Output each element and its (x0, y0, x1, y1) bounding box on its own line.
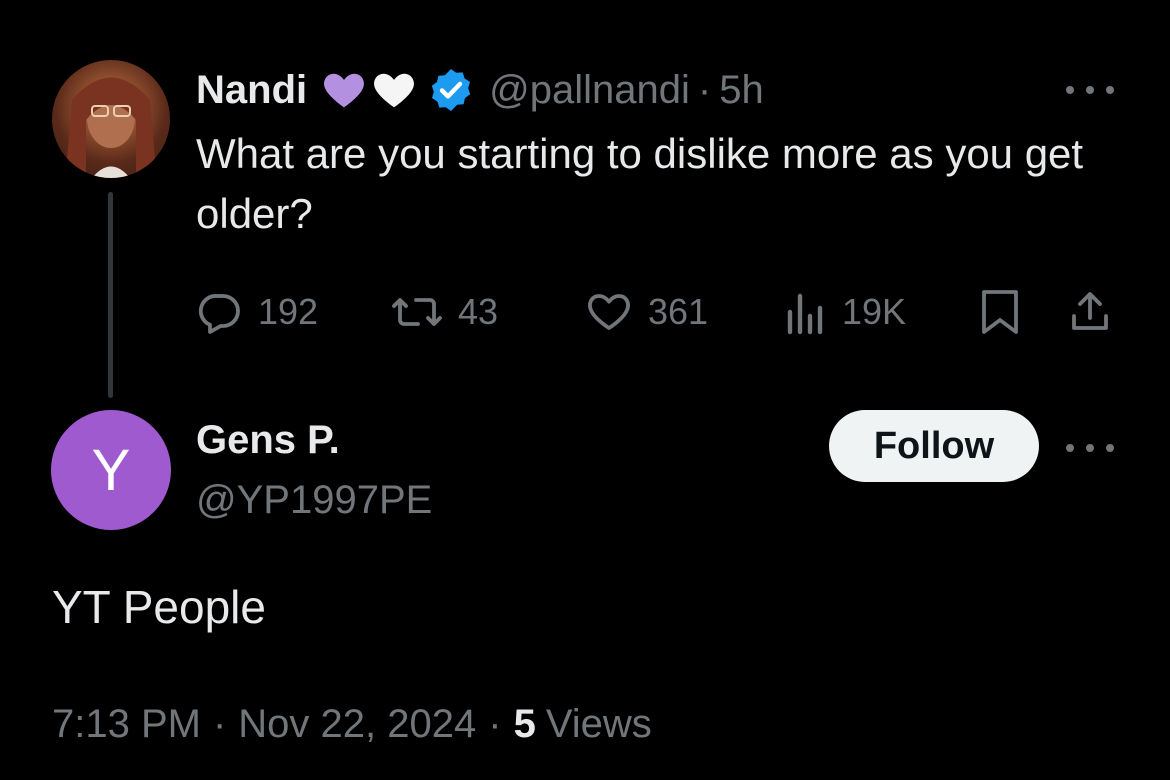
purple-heart-icon (324, 73, 365, 108)
handle[interactable]: @YP1997PE (196, 478, 432, 523)
white-heart-icon (374, 73, 415, 108)
bookmark-icon[interactable] (978, 286, 1022, 338)
follow-button[interactable]: Follow (829, 410, 1039, 482)
separator-dot: · (212, 701, 227, 746)
views-label: Views (545, 701, 652, 746)
like-count: 361 (648, 291, 709, 332)
reply-text: YT People (52, 581, 266, 633)
avatar[interactable]: Y (51, 410, 171, 530)
tweet-metadata: 7:13 PM · Nov 22, 2024 · 5 Views (52, 696, 652, 752)
separator-dot: · (488, 701, 502, 746)
dot (1066, 86, 1074, 94)
dot (1086, 444, 1094, 452)
repost-action[interactable]: 43 (390, 286, 498, 338)
more-icon[interactable] (1066, 430, 1114, 466)
views-count: 5 (513, 701, 536, 746)
avatar-letter: Y (91, 437, 131, 503)
repost-icon (390, 288, 444, 336)
share-icon[interactable] (1066, 286, 1114, 338)
heart-icon (584, 288, 634, 336)
dot (1106, 444, 1114, 452)
post-time[interactable]: 7:13 PM (52, 702, 201, 747)
reply-icon (196, 288, 244, 336)
dot (1106, 86, 1114, 94)
analytics-icon (784, 288, 828, 336)
timestamp[interactable]: 5h (719, 68, 764, 113)
display-name[interactable]: Nandi (196, 68, 307, 113)
separator-dot: · (697, 67, 712, 112)
tweet-text: What are you starting to dislike more as… (196, 130, 1084, 237)
verified-badge-icon (431, 69, 471, 111)
views-action[interactable]: 19K (784, 286, 906, 338)
avatar-photo (66, 77, 156, 178)
more-icon[interactable] (1066, 72, 1114, 108)
reply-count: 192 (258, 291, 319, 332)
like-action[interactable]: 361 (584, 286, 708, 338)
dot (1066, 444, 1074, 452)
thread-connector (108, 192, 113, 398)
views-count-stat: 19K (842, 291, 907, 332)
display-name[interactable]: Gens P. (196, 418, 340, 463)
post-date[interactable]: Nov 22, 2024 (238, 702, 476, 747)
tweet-header: Nandi @pallnandi · 5h (196, 64, 764, 116)
handle[interactable]: @pallnandi (489, 68, 690, 113)
reply-action[interactable]: 192 (196, 286, 318, 338)
dot (1086, 86, 1094, 94)
avatar[interactable] (52, 60, 170, 178)
repost-count: 43 (458, 291, 499, 332)
